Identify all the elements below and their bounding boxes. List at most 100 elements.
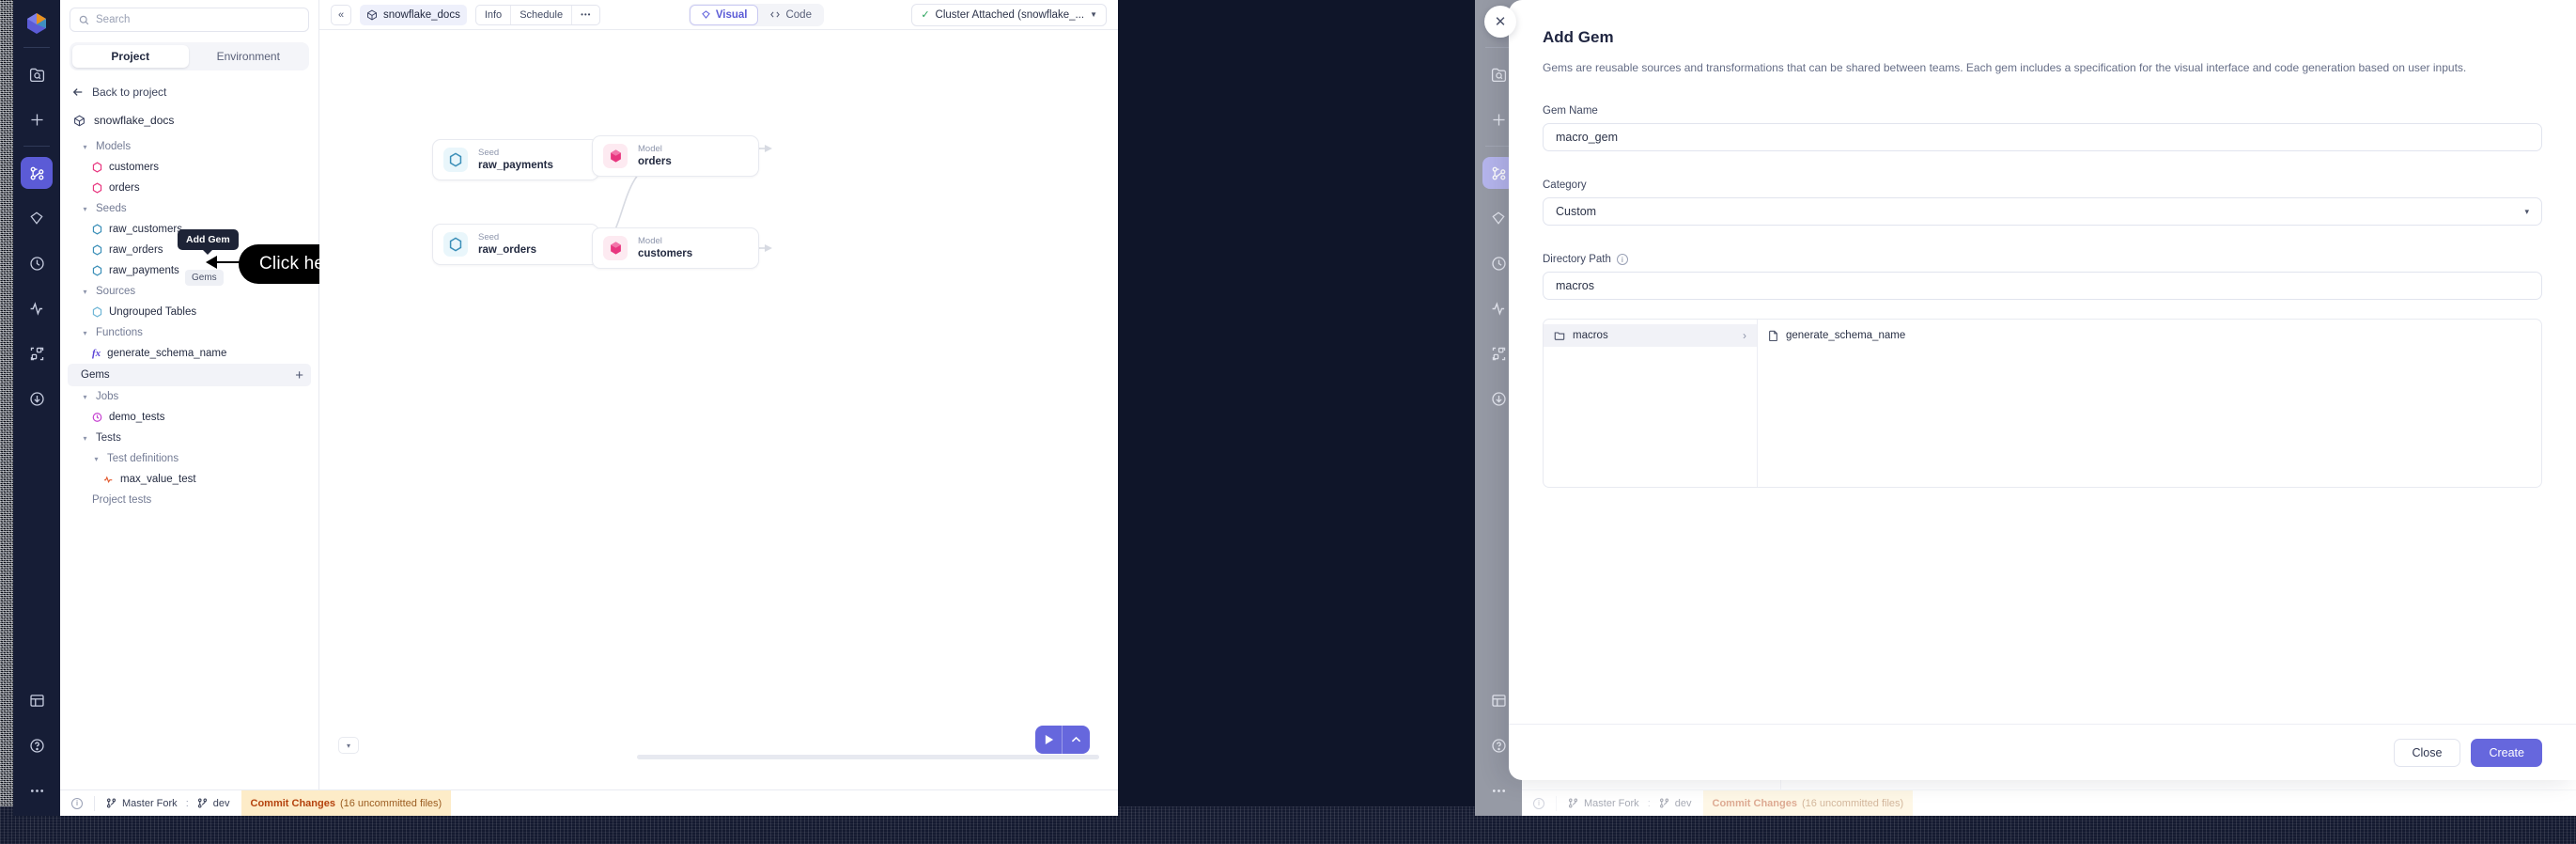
- download-icon[interactable]: [21, 383, 53, 414]
- category-label-text: Category: [1543, 180, 1587, 192]
- node-type-icon: [603, 236, 628, 260]
- caret-icon[interactable]: ▾: [81, 143, 89, 151]
- branch-icon: [106, 798, 116, 808]
- caret-icon[interactable]: ▾: [92, 455, 101, 463]
- commit-changes-button-right[interactable]: Commit Changes (16 uncommitted files): [1702, 790, 1914, 816]
- app-logo-icon: [24, 11, 49, 36]
- browser-item-generate-schema-name[interactable]: generate_schema_name: [1758, 324, 2541, 347]
- node-kind: Seed: [478, 147, 500, 158]
- tree-item-models[interactable]: ▾ Models: [60, 136, 318, 157]
- canvas-node-raw_orders[interactable]: Seedraw_orders: [432, 224, 599, 265]
- editor-topbar: « snowflake_docs Info Schedule ••• Visua…: [319, 0, 1118, 30]
- tree-item-ungrouped-tables[interactable]: Ungrouped Tables: [60, 302, 318, 322]
- caret-icon[interactable]: ▾: [81, 205, 89, 213]
- browser-item-macros[interactable]: macros ›: [1544, 324, 1757, 348]
- pipeline-icon[interactable]: [21, 157, 53, 189]
- tree-item-label: Tests: [96, 432, 121, 444]
- project-tree: ▾ Models customers orders ▾ Seeds raw_customer…: [60, 136, 318, 510]
- gem-name-label-text: Gem Name: [1543, 105, 1598, 117]
- search-folder-icon[interactable]: [21, 58, 53, 90]
- tree-item-orders[interactable]: orders: [60, 178, 318, 198]
- tree-item-customers[interactable]: customers: [60, 157, 318, 178]
- chevron-right-icon: ›: [1743, 329, 1746, 343]
- view-mode-visual-label: Visual: [715, 8, 748, 21]
- tree-item-label: customers: [109, 162, 160, 173]
- cluster-status-dropdown[interactable]: ✓ Cluster Attached (snowflake_... ▼: [911, 3, 1107, 26]
- tree-item-generate-schema-name[interactable]: fx generate_schema_name: [60, 343, 318, 364]
- canvas-node-raw_payments[interactable]: Seedraw_payments: [432, 139, 599, 180]
- view-mode-visual[interactable]: Visual: [690, 5, 758, 24]
- directory-path-input[interactable]: macros: [1543, 272, 2542, 301]
- tree-item-max-value-test[interactable]: max_value_test: [60, 469, 318, 490]
- status-sep: :: [185, 797, 189, 809]
- layout-icon[interactable]: [21, 684, 53, 716]
- node-text: Seedraw_orders: [478, 232, 536, 257]
- canvas-node-customers[interactable]: Modelcustomers: [592, 227, 759, 269]
- run-icon[interactable]: [1035, 726, 1063, 754]
- tree-item-test-definitions[interactable]: ▾ Test definitions: [60, 448, 318, 469]
- close-modal-button[interactable]: ✕: [1484, 6, 1516, 38]
- tree-item-label: Models: [96, 141, 132, 152]
- tree-item-seeds[interactable]: ▾ Seeds: [60, 198, 318, 219]
- run-options-chevron-icon[interactable]: [1063, 726, 1090, 754]
- caret-icon[interactable]: ▾: [81, 288, 89, 296]
- components-icon[interactable]: [21, 337, 53, 369]
- more-button[interactable]: •••: [572, 6, 599, 24]
- node-name: orders: [638, 155, 672, 167]
- caret-icon[interactable]: ▾: [81, 329, 89, 337]
- tree-item-label: Gems: [81, 369, 110, 381]
- status-info-button[interactable]: i: [60, 790, 94, 816]
- add-gem-button[interactable]: +: [295, 368, 303, 383]
- branch-icon-right: [1568, 798, 1578, 808]
- tree-item-tests[interactable]: ▾ Tests: [60, 428, 318, 448]
- arrow-left-icon: [72, 88, 83, 96]
- tab-project[interactable]: Project: [72, 45, 189, 68]
- history-icon[interactable]: [21, 247, 53, 279]
- create-button[interactable]: Create: [2471, 738, 2542, 767]
- gems-tooltip: Gems: [185, 270, 224, 286]
- search-input[interactable]: Search: [70, 8, 309, 32]
- caret-icon[interactable]: ▾: [81, 434, 89, 443]
- fork-selector[interactable]: Master Fork : dev: [95, 790, 241, 816]
- category-select[interactable]: Custom ▾: [1543, 197, 2542, 227]
- right-panel: Search Project Environment Back to proje…: [1475, 0, 2576, 816]
- tree-item-jobs[interactable]: ▾ Jobs: [60, 386, 318, 407]
- pipeline-canvas[interactable]: Seed raw_payments Model orders Seed raw_order…: [319, 30, 1118, 789]
- view-mode-code[interactable]: Code: [759, 6, 822, 24]
- commit-changes-button[interactable]: Commit Changes (16 uncommitted files): [241, 790, 452, 816]
- fork-label-right: Master Fork: [1584, 797, 1639, 809]
- run-pipeline-button[interactable]: [1035, 726, 1090, 754]
- node-name: raw_payments: [478, 159, 553, 171]
- canvas-horizontal-scrollbar[interactable]: [637, 755, 1099, 759]
- gem-icon[interactable]: [21, 202, 53, 234]
- schedule-button[interactable]: Schedule: [511, 5, 573, 24]
- collapse-sidebar-icon[interactable]: «: [331, 4, 351, 25]
- branch-icon-2: [197, 798, 207, 808]
- tree-item-functions[interactable]: ▾ Functions: [60, 322, 318, 343]
- caret-icon[interactable]: ▾: [81, 393, 89, 401]
- project-chip[interactable]: snowflake_docs: [360, 4, 467, 25]
- help-icon[interactable]: [21, 729, 53, 761]
- monitor-icon[interactable]: [21, 292, 53, 324]
- tab-environment[interactable]: Environment: [191, 45, 307, 68]
- seed-hex-icon: [92, 224, 102, 235]
- tree-item-project-tests[interactable]: Project tests: [60, 490, 318, 510]
- info-button[interactable]: Info: [476, 5, 512, 24]
- fork-selector-right[interactable]: Master Fork : dev: [1557, 790, 1703, 816]
- canvas-minimap-toggle[interactable]: ▾: [338, 737, 359, 754]
- close-button[interactable]: Close: [2393, 738, 2461, 767]
- tree-item-label: max_value_test: [120, 474, 196, 485]
- add-icon[interactable]: [21, 103, 53, 135]
- tree-item-demo-tests[interactable]: demo_tests: [60, 407, 318, 428]
- tree-item-gems[interactable]: Gems +: [68, 364, 311, 386]
- modal-description: Gems are reusable sources and transforma…: [1543, 61, 2467, 74]
- more-icon[interactable]: [21, 774, 53, 806]
- info-icon-directory[interactable]: i: [1616, 254, 1628, 266]
- rail-divider: [23, 47, 50, 48]
- project-row[interactable]: snowflake_docs: [73, 114, 318, 127]
- back-to-project-button[interactable]: Back to project: [72, 86, 318, 99]
- gem-name-input[interactable]: macro_gem: [1543, 123, 2542, 152]
- status-info-button-right[interactable]: i: [1522, 790, 1556, 816]
- canvas-node-orders[interactable]: Modelorders: [592, 135, 759, 177]
- node-kind: Model: [638, 143, 662, 154]
